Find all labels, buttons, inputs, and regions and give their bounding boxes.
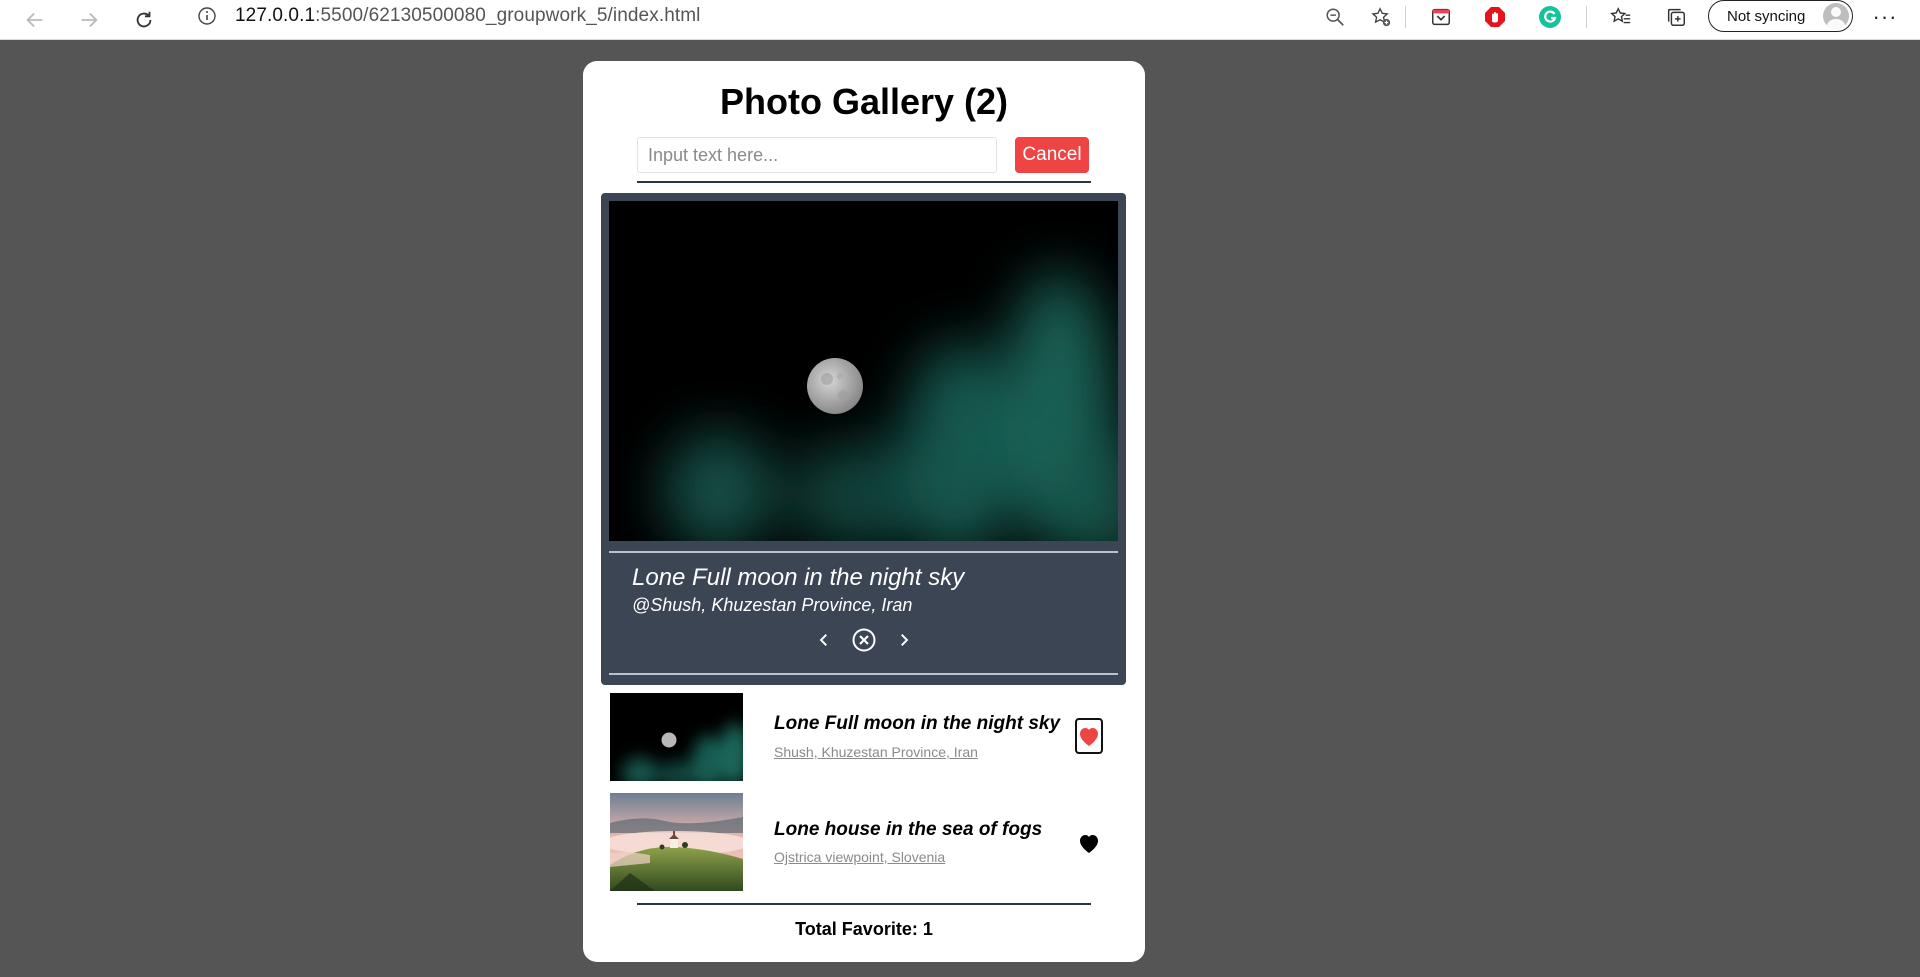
item-location-link[interactable]: Shush, Khuzestan Province, Iran [774,744,978,760]
total-favorite: Total Favorite: 1 [795,919,933,939]
heart-icon [1080,835,1098,853]
forward-arrow-icon[interactable] [73,4,105,36]
page-title: Photo Gallery (2) [719,81,1009,122]
viewer-photo-title: Lone Full moon in the night sky [632,564,965,591]
viewer-photo-location: @Shush, Khuzestan Province, Iran [632,595,913,615]
favorite-button[interactable] [1075,718,1103,754]
back-arrow-icon[interactable] [19,4,51,36]
divider [637,181,1091,183]
item-title[interactable]: Lone house in the sea of fogs [774,819,1042,841]
viewer-divider [609,551,1118,553]
heart-icon [1080,728,1098,746]
grammarly-icon[interactable] [1535,2,1565,32]
photo-viewer: Lone Full moon in the night sky @Shush, … [601,193,1126,685]
url-text: 127.0.0.1:5500/62130500080_groupwork_5/i… [235,5,701,27]
url-host: 127.0.0.1 [235,5,316,26]
divider-bottom [637,903,1091,905]
gallery-card: Photo Gallery (2) Cancel [583,61,1145,962]
item-location-link[interactable]: Ojstrica viewpoint, Slovenia [774,849,945,865]
add-favorite-icon[interactable] [1368,4,1394,30]
search-input[interactable] [637,137,997,173]
thumbnail-moon[interactable] [610,693,743,781]
close-circle-icon[interactable] [851,627,877,653]
cancel-button[interactable]: Cancel [1015,137,1089,173]
adblock-icon[interactable] [1480,2,1510,32]
url-path: :5500/62130500080_groupwork_5/index.html [315,5,701,26]
chevron-left-icon[interactable] [811,627,837,653]
sync-label: Not syncing [1727,7,1806,25]
info-icon[interactable] [197,6,217,26]
browser-toolbar: 127.0.0.1:5500/62130500080_groupwork_5/i… [0,0,1920,40]
zoom-out-icon[interactable] [1322,4,1348,30]
viewer-image [609,201,1118,541]
address-bar[interactable]: 127.0.0.1:5500/62130500080_groupwork_5/i… [180,0,1412,32]
avatar [1823,3,1849,29]
collections-icon[interactable] [1661,2,1691,32]
favorites-icon[interactable] [1606,2,1636,32]
viewer-divider-bottom [609,673,1118,675]
refresh-icon[interactable] [128,4,160,36]
pocket-icon[interactable] [1426,2,1456,32]
more-icon[interactable]: ··· [1870,2,1900,32]
thumbnail-house[interactable] [610,793,743,891]
favorite-button[interactable] [1075,825,1103,861]
item-title[interactable]: Lone Full moon in the night sky [774,713,1060,735]
sync-button[interactable]: Not syncing [1708,0,1853,32]
chevron-right-icon[interactable] [891,627,917,653]
